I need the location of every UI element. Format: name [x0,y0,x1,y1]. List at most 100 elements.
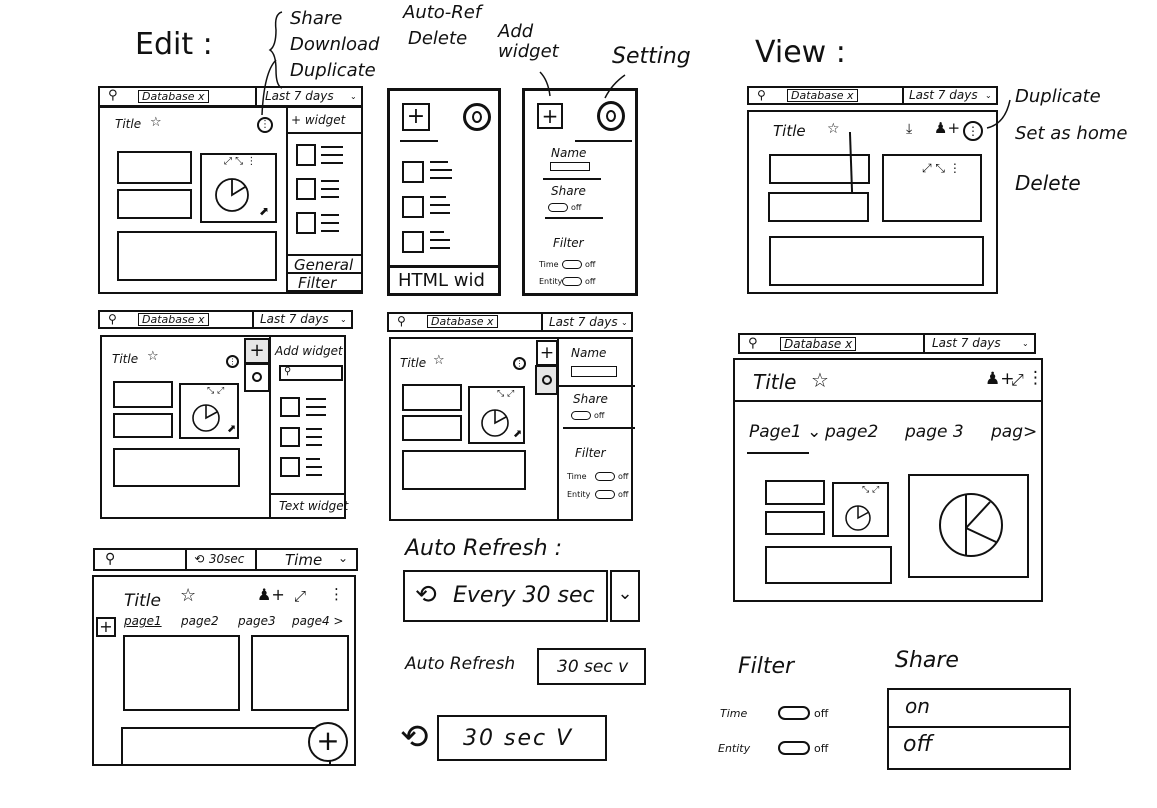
tab-page2[interactable]: page2 [181,615,219,627]
widget-placeholder[interactable]: ⤢ ⤡ ⋮ [882,154,982,222]
name-input[interactable] [550,162,590,171]
tab-general[interactable]: General [294,258,353,273]
widget-search-input[interactable]: ⚲ [279,365,343,381]
time-toggle[interactable] [562,260,582,269]
kebab-circle-icon[interactable]: ⋮ [226,355,239,368]
time-range-select[interactable]: Last 7 days [909,89,978,101]
add-widget-button[interactable]: + [536,340,558,366]
database-chip[interactable]: Database x [138,90,209,103]
database-chip[interactable]: Database x [138,313,209,326]
widget-thumb[interactable] [402,231,424,253]
refresh-icon[interactable]: ⟲ [400,720,429,754]
auto-refresh-select-compact[interactable]: 30 sec V [437,715,607,761]
tab-page3[interactable]: page3 [238,615,276,627]
tab-page2[interactable]: page2 [825,424,878,441]
share-icon[interactable]: ⤢ [1011,372,1024,388]
pie-widget[interactable]: ⤡ ⤢ ⬈ [468,386,525,444]
time-range-select[interactable]: Last 7 days [260,313,329,325]
tab-filter[interactable]: Filter [298,276,336,291]
widget-placeholder[interactable] [769,154,870,184]
time-range-select[interactable]: Last 7 days [932,337,1001,349]
widget-placeholder[interactable] [251,635,349,711]
share-icon[interactable]: ⤢ [294,589,306,604]
time-toggle[interactable] [778,706,810,720]
tab-page4[interactable]: page4 > [292,615,343,627]
star-icon[interactable]: ☆ [433,354,445,367]
name-input[interactable] [571,366,617,377]
star-icon[interactable]: ☆ [147,350,159,363]
star-icon[interactable]: ☆ [180,587,196,605]
resize-icon[interactable]: ⤡ ⤢ [862,486,879,495]
share-toggle[interactable] [548,203,568,212]
widget-placeholder[interactable] [765,511,825,535]
chevron-down-icon[interactable]: ⌄ [338,552,348,564]
search-icon[interactable]: ⚲ [108,313,117,325]
widget-placeholder[interactable] [113,413,173,438]
text-widget-label[interactable]: Text widget [279,500,348,512]
settings-button[interactable] [244,363,270,392]
kebab-circle-icon[interactable]: ⋮ [513,357,526,370]
widget-thumb[interactable] [296,212,316,234]
widget-thumb[interactable] [402,161,424,183]
time-select[interactable]: Time [285,553,322,568]
add-user-icon[interactable]: ♟+ [257,587,285,603]
widget-thumb[interactable] [402,196,424,218]
database-chip[interactable]: Database x [427,315,498,328]
settings-icon[interactable] [597,101,625,131]
tab-page1[interactable]: Page1 ⌄ [749,424,821,441]
chevron-down-icon[interactable]: ⌄ [340,316,347,324]
widget-placeholder[interactable] [113,448,240,487]
pie-widget[interactable]: ⤡ ⤢ ⬈ [179,383,239,439]
pie-widget[interactable]: ⤢ ⤡ ⋮ ⬈ [200,153,277,223]
download-icon[interactable]: ⤓ [906,122,912,136]
widget-thumb[interactable] [280,457,300,477]
widget-thumb[interactable] [296,178,316,200]
plus-icon[interactable]: + [402,103,430,131]
widget-placeholder[interactable] [768,192,869,222]
resize-icon[interactable]: ⤡ ⤢ [497,390,514,399]
add-widget-header[interactable]: + widget [291,114,345,126]
kebab-circle-icon[interactable]: ⋮ [257,117,273,133]
widget-placeholder[interactable] [113,381,173,408]
widget-thumb[interactable] [280,397,300,417]
share-toggle[interactable] [571,411,591,420]
widget-placeholder[interactable] [765,480,825,505]
pie-widget[interactable]: ⤡ ⤢ [832,482,889,537]
chevron-down-icon[interactable]: ⌄ [610,570,640,622]
star-icon[interactable]: ☆ [811,370,829,390]
time-range-select[interactable]: Last 7 days [549,316,618,328]
widget-placeholder[interactable] [117,189,192,219]
star-icon[interactable]: ☆ [827,122,840,136]
time-range-select[interactable]: Last 7 days [265,90,334,102]
settings-button[interactable] [535,365,558,395]
auto-refresh-select-large[interactable]: ⟲ Every 30 sec [403,570,608,622]
pie-widget-expanded[interactable] [908,474,1029,578]
add-user-icon[interactable]: ♟+ [934,121,960,136]
widget-placeholder[interactable] [769,236,984,286]
add-widget-fab[interactable]: + [308,722,348,762]
chevron-down-icon[interactable]: ⌄ [621,319,628,327]
html-widget-label[interactable]: HTML wid [398,272,485,290]
widget-placeholder[interactable] [402,384,462,411]
chevron-down-icon[interactable]: ⌄ [1022,340,1029,348]
more-icon[interactable]: ⋮ [329,587,344,602]
star-icon[interactable]: ☆ [150,116,162,129]
auto-refresh-select[interactable]: ⟲ 30sec [195,553,244,565]
search-icon[interactable]: ⚲ [397,315,406,327]
plus-icon[interactable]: + [537,103,563,129]
widget-placeholder[interactable] [121,727,331,766]
tab-page4[interactable]: pag> [991,424,1037,441]
resize-icon[interactable]: ⤢ ⤡ ⋮ [224,157,256,167]
kebab-circle-icon[interactable]: ⋮ [963,121,983,141]
database-chip[interactable]: Database x [780,337,857,351]
add-page-button[interactable]: + [96,617,116,637]
tab-page1[interactable]: page1 [124,615,162,627]
resize-icon[interactable]: ⤡ ⤢ [207,387,224,396]
chevron-down-icon[interactable]: ⌄ [985,92,992,100]
widget-thumb[interactable] [296,144,316,166]
search-icon[interactable]: ⚲ [105,552,115,566]
widget-placeholder[interactable] [402,450,526,490]
entity-toggle[interactable] [562,277,582,286]
add-widget-button[interactable]: + [244,338,270,364]
time-toggle[interactable] [595,472,615,481]
